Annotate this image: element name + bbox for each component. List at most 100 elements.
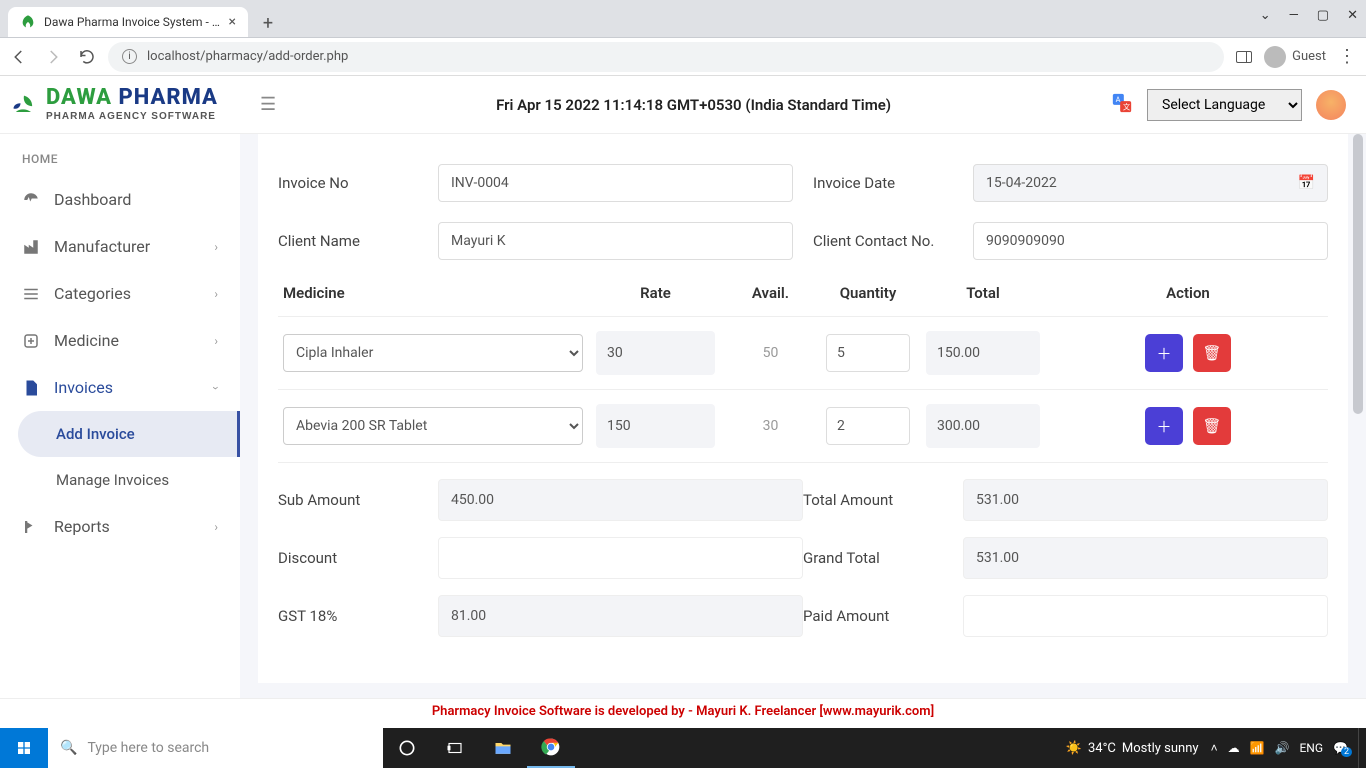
site-info-icon[interactable]: i [122,49,137,64]
tab-close-icon[interactable]: × [229,14,236,30]
medicine-select[interactable]: Abevia 200 SR Tablet [283,407,583,445]
chevron-down-icon[interactable]: ⌄ [1260,8,1271,23]
trash-icon: 🗑 [1202,344,1221,362]
browser-tab[interactable]: Dawa Pharma Invoice System - M × [8,7,248,37]
table-row: Abevia 200 SR Tablet ＋ 🗑 [278,390,1328,463]
chevron-right-icon: › [214,520,218,534]
logo-subtitle: PHARMA AGENCY SOFTWARE [46,112,218,122]
sidebar-item-label: Manage Invoices [56,471,169,489]
browser-tab-strip: Dawa Pharma Invoice System - M × + ⌄ — ▢… [0,0,1366,38]
start-button[interactable] [0,728,48,768]
show-desktop-button[interactable] [1358,728,1366,768]
avail-input [731,407,810,445]
sidebar-item-label: Categories [54,284,131,303]
sidebar-item-invoices[interactable]: Invoices › [0,364,240,411]
svg-text:文: 文 [1123,102,1131,111]
logo[interactable]: DAWA PHARMA PHARMA AGENCY SOFTWARE [10,87,240,122]
add-row-button[interactable]: ＋ [1145,407,1183,445]
forward-icon[interactable] [44,48,62,66]
browser-toolbar: i localhost/pharmacy/add-order.php Guest… [0,38,1366,76]
translate-icon[interactable]: A文 [1111,92,1133,118]
volume-icon[interactable]: 🔊 [1275,741,1290,755]
notifications-icon[interactable]: 💬2 [1333,741,1348,755]
chevron-down-icon: › [209,386,223,390]
cortana-icon[interactable] [431,728,479,768]
chevron-right-icon: › [214,240,218,254]
language-indicator[interactable]: ENG [1299,741,1323,755]
sub-amount-input [438,479,803,521]
address-bar[interactable]: i localhost/pharmacy/add-order.php [108,42,1224,72]
tray-chevron-icon[interactable]: ˄ [1211,741,1218,755]
search-icon: 🔍 [60,740,77,756]
rate-input [596,331,715,375]
task-view-icon[interactable] [383,728,431,768]
trash-icon: 🗑 [1202,417,1221,435]
add-row-button[interactable]: ＋ [1145,334,1183,372]
weather-icon: ☀️ [1066,741,1082,756]
label-paid-amount: Paid Amount [803,607,953,625]
delete-row-button[interactable]: 🗑 [1193,334,1231,372]
client-name-input[interactable] [438,222,793,260]
file-explorer-icon[interactable] [479,728,527,768]
sidebar-item-label: Add Invoice [56,425,135,443]
discount-input[interactable] [438,537,803,579]
sidebar-subitem-add-invoice[interactable]: Add Invoice [18,411,240,457]
sidebar-item-reports[interactable]: Reports › [0,503,240,550]
profile-label: Guest [1292,49,1326,64]
plus-icon: ＋ [1156,416,1171,437]
delete-row-button[interactable]: 🗑 [1193,407,1231,445]
chevron-right-icon: › [214,334,218,348]
reports-icon [22,518,40,536]
sidebar-item-label: Dashboard [54,190,131,209]
invoice-no-input[interactable] [438,164,793,202]
wifi-icon[interactable]: 📶 [1250,741,1265,755]
sidebar-item-manufacturer[interactable]: Manufacturer › [0,223,240,270]
back-icon[interactable] [10,48,28,66]
client-contact-input[interactable] [973,222,1328,260]
sidebar-item-medicine[interactable]: Medicine › [0,317,240,364]
quantity-input[interactable] [826,407,910,445]
th-quantity: Quantity [818,284,918,302]
app-header: DAWA PHARMA PHARMA AGENCY SOFTWARE ☰ Fri… [0,76,1366,134]
categories-icon [22,285,40,303]
svg-text:A: A [1116,95,1121,104]
chrome-icon[interactable] [527,728,575,768]
invoices-icon [22,379,40,397]
medicine-icon [22,332,40,350]
footer-credit: Pharmacy Invoice Software is developed b… [0,698,1366,728]
th-rate: Rate [588,284,723,302]
minimize-icon[interactable]: — [1289,8,1299,23]
url-text: localhost/pharmacy/add-order.php [147,49,348,64]
label-gst: GST 18% [278,607,428,625]
profile-button[interactable]: Guest [1264,46,1326,68]
paid-amount-input[interactable] [963,595,1328,637]
browser-menu-icon[interactable]: ⋮ [1338,46,1356,67]
scrollbar[interactable] [1352,134,1364,698]
language-select[interactable]: Select Language [1147,89,1302,121]
invoice-date-input[interactable]: 15-04-2022 📅 [973,164,1328,202]
user-avatar[interactable] [1316,90,1346,120]
weather-text: Mostly sunny [1122,741,1199,756]
reload-icon[interactable] [78,48,96,66]
credit-text: Pharmacy Invoice Software is developed b… [432,704,820,719]
label-client-name: Client Name [278,232,418,250]
onedrive-icon[interactable]: ☁ [1228,741,1240,755]
dashboard-icon [22,191,40,209]
maximize-icon[interactable]: ▢ [1317,8,1329,23]
credit-link[interactable]: [www.mayurik.com] [819,704,934,719]
sidebar-item-categories[interactable]: Categories › [0,270,240,317]
panel-icon[interactable] [1236,51,1252,63]
label-sub-amount: Sub Amount [278,491,428,509]
close-window-icon[interactable]: ✕ [1347,8,1358,23]
notif-badge: 2 [1341,747,1352,757]
taskbar-search[interactable]: 🔍 Type here to search [48,728,383,768]
sidebar-item-dashboard[interactable]: Dashboard [0,176,240,223]
quantity-input[interactable] [826,334,910,372]
weather-widget[interactable]: ☀️ 34°C Mostly sunny [1066,741,1199,756]
new-tab-button[interactable]: + [254,9,282,37]
sidebar-subitem-manage-invoices[interactable]: Manage Invoices [0,457,240,503]
sidebar-toggle-icon[interactable]: ☰ [260,94,276,115]
medicine-select[interactable]: Cipla Inhaler [283,334,583,372]
label-client-contact: Client Contact No. [813,232,953,250]
calendar-icon[interactable]: 📅 [1298,175,1315,191]
